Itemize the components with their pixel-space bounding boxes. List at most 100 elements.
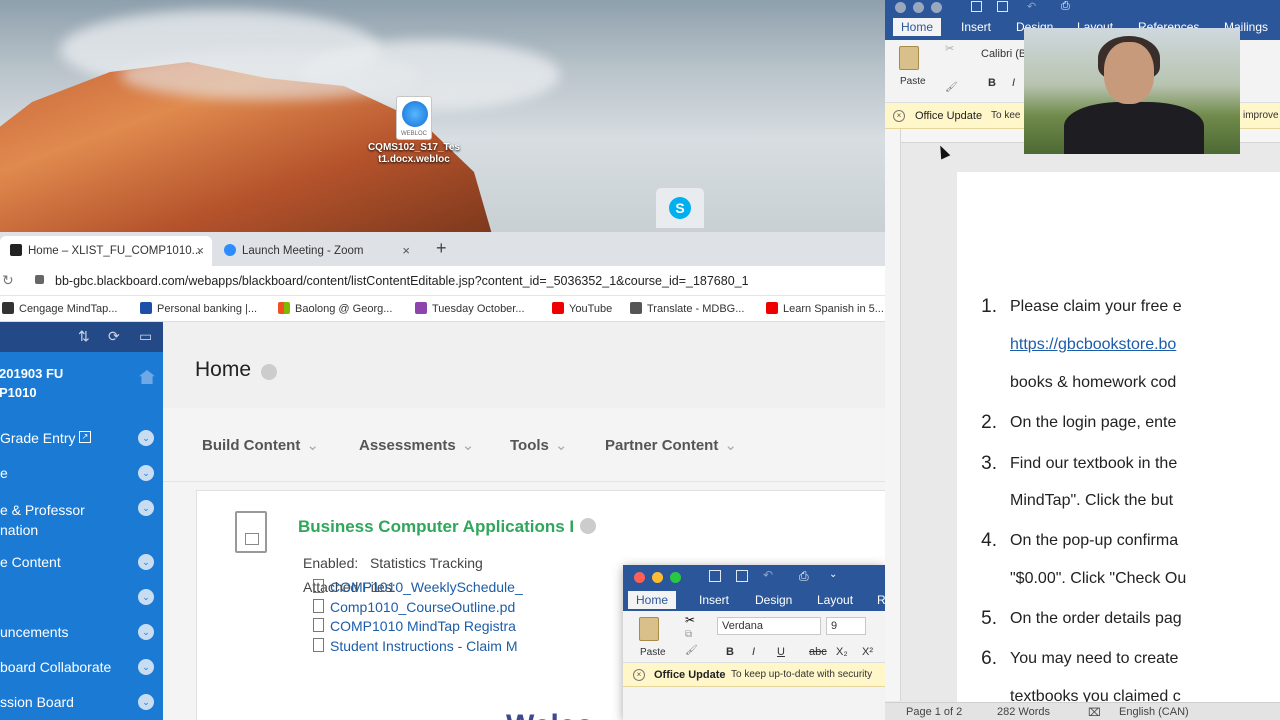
welcome-heading: Welco	[506, 709, 594, 720]
proofing-icon[interactable]: ⌧	[1088, 706, 1101, 719]
folder-icon[interactable]: ▭	[139, 328, 152, 345]
tools-menu[interactable]: Tools	[510, 436, 567, 454]
tab-insert[interactable]: Insert	[699, 593, 729, 607]
underline-button[interactable]: U	[777, 646, 785, 658]
undo-icon[interactable]: ↶	[763, 568, 773, 582]
close-notification-icon[interactable]: ×	[633, 669, 645, 681]
tab-zoom[interactable]: Launch Meeting - Zoom ×	[218, 236, 418, 266]
chevron-down-icon[interactable]: ⌄	[138, 694, 154, 710]
cut-icon[interactable]: ✂	[685, 613, 695, 627]
save-icon[interactable]	[736, 570, 748, 582]
sidebar-item-professor-info[interactable]: e & Professor nation ⌄	[0, 500, 163, 554]
minimize-window-button[interactable]	[913, 2, 924, 13]
page-count[interactable]: Page 1 of 2	[906, 706, 962, 718]
format-painter-icon[interactable]: 🖌	[945, 82, 958, 93]
course-title[interactable]: 201903 FU P1010	[0, 352, 163, 430]
chevron-down-icon[interactable]: ⌄	[138, 500, 154, 516]
format-painter-icon[interactable]: 🖌	[685, 645, 698, 656]
bold-button[interactable]: B	[988, 77, 996, 89]
sidebar-item-discussion[interactable]: ssion Board ⌄	[0, 694, 163, 720]
item-title[interactable]: Business Computer Applications I	[298, 517, 597, 537]
copy-icon[interactable]: ⧉	[685, 629, 692, 640]
close-tab-icon[interactable]: ×	[196, 236, 204, 266]
address-bar[interactable]: ↻ bb-gbc.blackboard.com/webapps/blackboa…	[0, 266, 885, 296]
sort-icon[interactable]: ⇅	[78, 328, 90, 345]
print-icon[interactable]: ⎙	[1061, 0, 1070, 13]
sidebar-toggle-icon[interactable]	[709, 570, 721, 582]
bookmark-cengage[interactable]: Cengage MindTap...	[2, 302, 117, 315]
font-size-field[interactable]: 9	[826, 617, 866, 635]
page-title: Home	[195, 358, 252, 381]
bookmark-tuesday[interactable]: Tuesday October...	[415, 302, 525, 315]
sidebar-item-grade-entry[interactable]: Grade Entry ↗ ⌄	[0, 430, 163, 465]
skype-dock-icon[interactable]: S	[656, 188, 704, 228]
new-tab-button[interactable]: +	[436, 238, 447, 259]
close-notification-icon[interactable]: ×	[893, 110, 905, 122]
sidebar-item-announcements[interactable]: uncements ⌄	[0, 624, 163, 659]
tab-insert[interactable]: Insert	[961, 20, 991, 34]
chevron-down-icon[interactable]: ⌄	[138, 554, 154, 570]
chevron-down-icon[interactable]: ⌄	[138, 624, 154, 640]
file-link[interactable]: COMP1010_WeeklySchedule_	[313, 579, 523, 599]
desktop-file-icon[interactable]: WEBLOC CQMS102_S17_Tes t1.docx.webloc	[362, 96, 466, 166]
cut-icon[interactable]: ✂	[945, 42, 954, 55]
build-content-menu[interactable]: Build Content	[202, 436, 319, 454]
minimize-window-button[interactable]	[652, 572, 663, 583]
chevron-down-icon[interactable]: ⌄	[138, 589, 154, 605]
subscript-button[interactable]: X₂	[836, 646, 848, 658]
tab-blackboard[interactable]: Home – XLIST_FU_COMP1010... ×	[0, 236, 212, 266]
close-tab-icon[interactable]: ×	[402, 236, 410, 266]
strikethrough-button[interactable]: abc	[809, 646, 827, 658]
action-bar: Build Content Assessments Tools Partner …	[163, 408, 885, 482]
file-link[interactable]: Comp1010_CourseOutline.pd	[313, 599, 523, 619]
tab-home[interactable]: Home	[628, 591, 677, 609]
document-page[interactable]: 1. Please claim your free e https://gbcbo…	[957, 172, 1280, 705]
zoom-window-button[interactable]	[670, 572, 681, 583]
bookmark-translate[interactable]: Translate - MDBG...	[630, 302, 744, 315]
italic-button[interactable]: I	[752, 646, 755, 658]
close-window-button[interactable]	[895, 2, 906, 13]
word-count[interactable]: 282 Words	[997, 706, 1050, 718]
sidebar-toggle-icon[interactable]	[971, 1, 982, 12]
sidebar-item-5[interactable]: ⌄	[0, 589, 163, 624]
tab-references[interactable]: R	[877, 593, 885, 607]
bookmark-baolong[interactable]: Baolong @ Georg...	[278, 302, 392, 315]
tab-home[interactable]: Home	[893, 18, 942, 36]
file-link[interactable]: COMP1010 MindTap Registra	[313, 618, 523, 638]
bookmark-youtube[interactable]: YouTube	[552, 302, 612, 315]
assessments-menu[interactable]: Assessments	[359, 436, 474, 454]
paste-icon[interactable]	[899, 46, 919, 70]
print-icon[interactable]: ⎙	[799, 569, 809, 584]
close-window-button[interactable]	[634, 572, 645, 583]
reload-icon[interactable]: ↻	[2, 272, 14, 289]
sidebar-item-collaborate[interactable]: board Collaborate ⌄	[0, 659, 163, 694]
font-name-field[interactable]: Verdana	[717, 617, 821, 635]
undo-icon[interactable]: ↶	[1027, 0, 1036, 13]
options-icon[interactable]	[261, 364, 277, 380]
italic-button[interactable]: I	[1012, 77, 1015, 89]
paste-icon[interactable]	[639, 617, 659, 641]
bold-button[interactable]: B	[726, 646, 734, 658]
partner-content-menu[interactable]: Partner Content	[605, 436, 737, 454]
bookmark-banking[interactable]: Personal banking |...	[140, 302, 257, 315]
chevron-down-icon[interactable]: ⌄	[138, 465, 154, 481]
sidebar-item-content[interactable]: e Content ⌄	[0, 554, 163, 589]
superscript-button[interactable]: X²	[862, 646, 873, 658]
tab-layout[interactable]: Layout	[817, 593, 853, 607]
refresh-icon[interactable]: ⟳	[108, 328, 120, 345]
save-icon[interactable]	[997, 1, 1008, 12]
sidebar-item-2[interactable]: e ⌄	[0, 465, 163, 500]
tab-design[interactable]: Design	[755, 593, 792, 607]
language[interactable]: English (CAN)	[1119, 706, 1189, 718]
options-icon[interactable]	[580, 518, 597, 534]
file-link[interactable]: Student Instructions - Claim M	[313, 638, 523, 658]
course-sidebar: ⇅ ⟳ ▭ 201903 FU P1010 Grade Entry ↗ ⌄ e ⌄ e…	[0, 322, 163, 720]
lock-icon	[35, 275, 44, 284]
customize-icon[interactable]: ⌄	[829, 569, 837, 580]
zoom-window-button[interactable]	[931, 2, 942, 13]
chevron-down-icon[interactable]: ⌄	[138, 430, 154, 446]
url-text[interactable]: bb-gbc.blackboard.com/webapps/blackboard…	[55, 274, 749, 288]
chevron-down-icon[interactable]: ⌄	[138, 659, 154, 675]
bookmark-spanish[interactable]: Learn Spanish in 5...	[766, 302, 884, 315]
external-link-icon: ↗	[79, 431, 91, 443]
